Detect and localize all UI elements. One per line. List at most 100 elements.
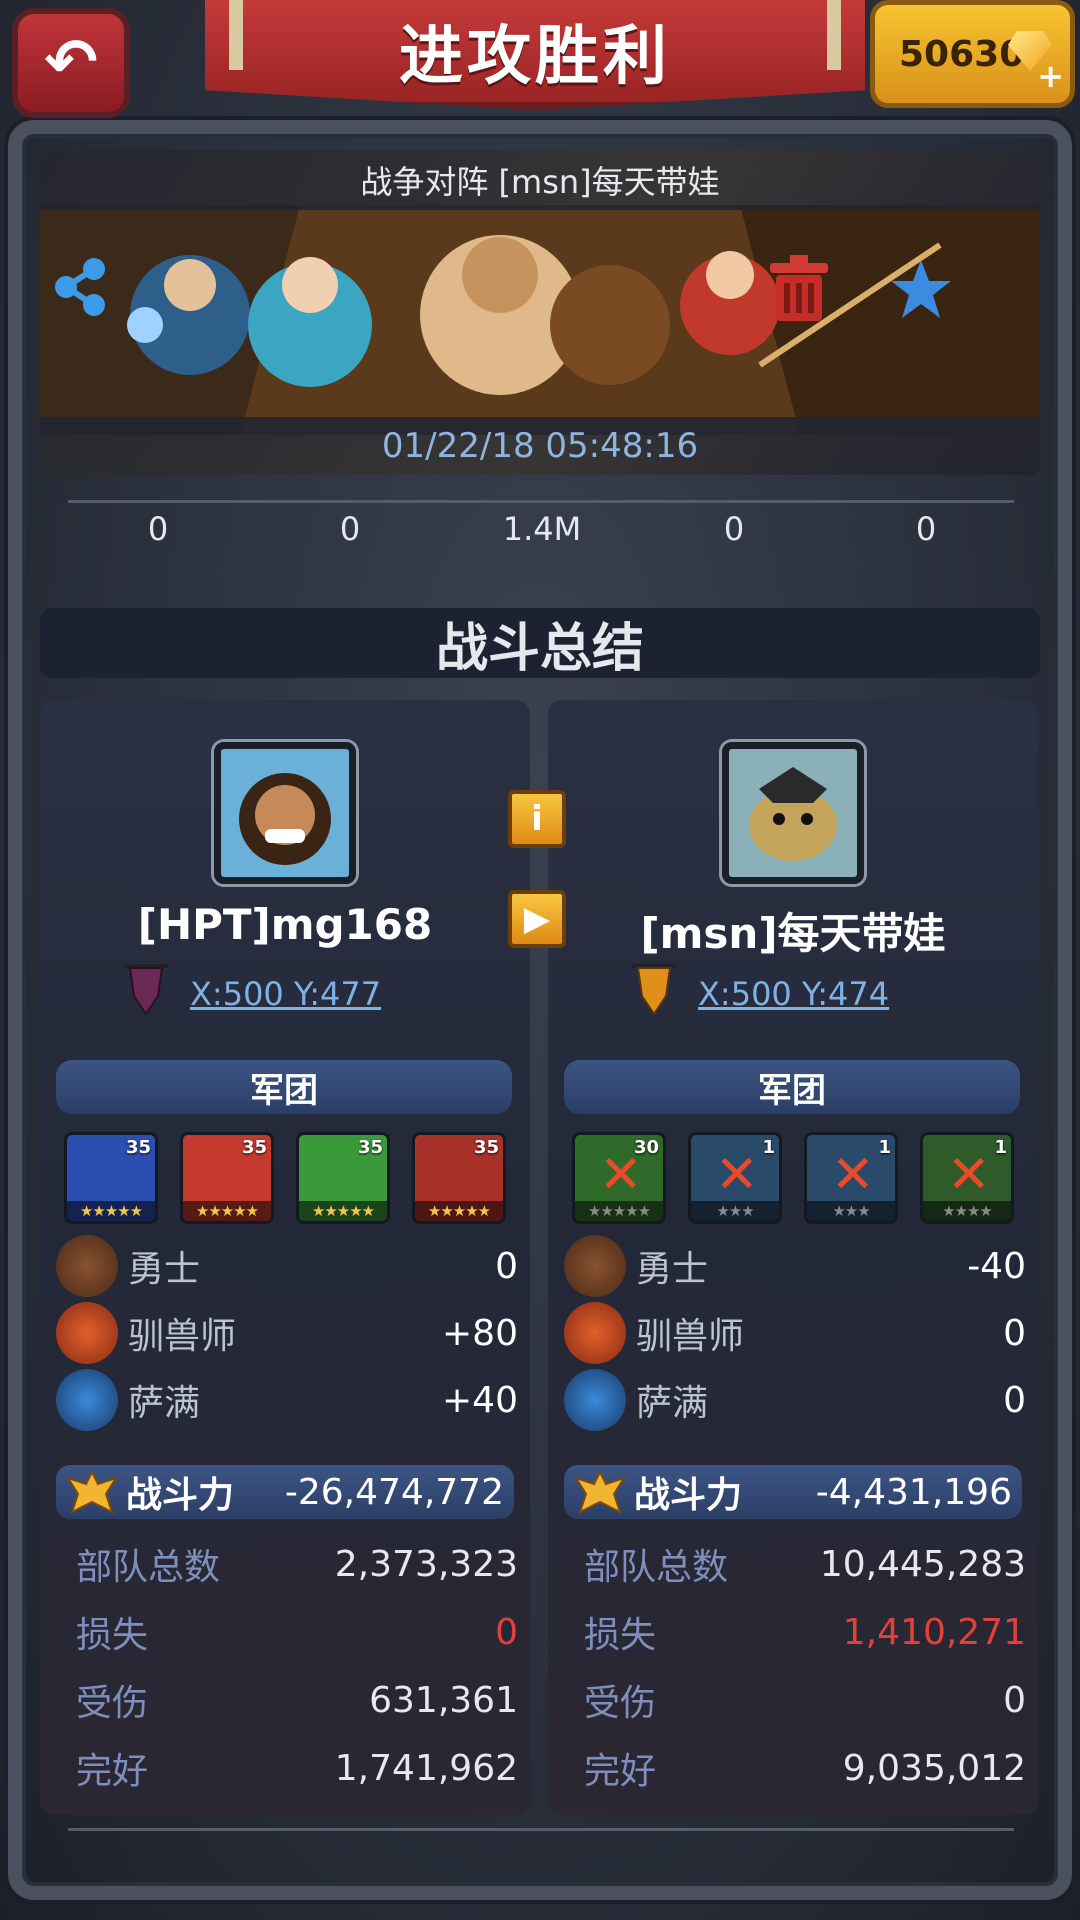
warrior-icon (56, 1235, 118, 1297)
stat-label: 损失 (76, 1615, 149, 1656)
unit-label: 勇士 (128, 1249, 201, 1290)
defeated-x-icon: ✕ (715, 1145, 759, 1205)
hero-level: 35 (241, 1137, 267, 1158)
shaman-icon (564, 1369, 626, 1431)
guild-banner-icon (124, 964, 168, 1016)
hero-level: 1 (762, 1137, 775, 1158)
add-gems-icon[interactable]: + (1037, 57, 1064, 95)
stat-label: 完好 (584, 1751, 657, 1792)
info-icon: i (531, 799, 543, 839)
hero-stars: ★★★★★ (575, 1201, 663, 1221)
stat-label: 受伤 (584, 1683, 657, 1724)
battle-artwork (40, 205, 1040, 435)
hero-card[interactable]: 35 ★★★★★ (64, 1132, 158, 1224)
stat-label: 受伤 (76, 1683, 149, 1724)
defender-panel: [msn]每天带娃 X:500 Y:474 军团 ✕ 30 ★★★★★ ✕ 1 … (548, 700, 1038, 1815)
hero-stars: ★★★ (807, 1201, 895, 1221)
stat-label: 损失 (584, 1615, 657, 1656)
stat-value: 1,410,271 (842, 1611, 1026, 1653)
stat-value: 1,741,962 (334, 1747, 518, 1789)
stats-divider (68, 500, 1014, 503)
hero-level: 1 (994, 1137, 1007, 1158)
battle-stat: 1.4M (502, 510, 582, 548)
unit-label: 驯兽师 (128, 1316, 237, 1357)
hero-card[interactable]: 35 ★★★★★ (296, 1132, 390, 1224)
defeated-x-icon: ✕ (831, 1145, 875, 1205)
unit-value: 0 (495, 1245, 518, 1287)
eagle-emblem-icon (574, 1469, 626, 1514)
unit-row-warrior: 勇士 -40 (564, 1235, 1026, 1297)
stat-total-troops: 部队总数 10,445,283 (584, 1538, 1026, 1590)
hero-level: 1 (878, 1137, 891, 1158)
guild-banner-icon (632, 964, 676, 1016)
beast-tamer-icon (56, 1302, 118, 1364)
hero-card[interactable]: ✕ 1 ★★★★ (920, 1132, 1014, 1224)
stat-losses: 损失 1,410,271 (584, 1606, 1026, 1658)
hero-card[interactable]: ✕ 1 ★★★ (804, 1132, 898, 1224)
beast-tamer-icon (564, 1302, 626, 1364)
unit-row-warrior: 勇士 0 (56, 1235, 518, 1297)
stat-intact: 完好 1,741,962 (76, 1742, 518, 1794)
back-arrow-icon: ↶ (44, 26, 98, 100)
attacker-coordinates[interactable]: X:500 Y:477 (190, 975, 381, 1013)
combat-power-label: 战斗力 (634, 1475, 743, 1516)
stat-intact: 完好 9,035,012 (584, 1742, 1026, 1794)
combat-power-bar: 战斗力 -26,474,772 (56, 1465, 514, 1519)
hero-card[interactable]: ✕ 30 ★★★★★ (572, 1132, 666, 1224)
combat-power-value: -4,431,196 (815, 1471, 1012, 1513)
combat-power-label: 战斗力 (126, 1475, 235, 1516)
defender-heroes: ✕ 30 ★★★★★ ✕ 1 ★★★ ✕ 1 ★★★ ✕ 1 ★★★★ (572, 1132, 1022, 1224)
battle-info-button[interactable]: i (508, 790, 566, 848)
title-banner: 进攻胜利 (205, 0, 865, 110)
unit-value: +80 (442, 1312, 518, 1354)
battle-summary-header: 战斗总结 (40, 608, 1040, 679)
defender-coordinates[interactable]: X:500 Y:474 (698, 975, 889, 1013)
hero-card[interactable]: 35 ★★★★★ (412, 1132, 506, 1224)
battle-stat: 0 (915, 510, 937, 548)
hero-level: 35 (125, 1137, 151, 1158)
hero-card[interactable]: 35 ★★★★★ (180, 1132, 274, 1224)
hero-stars: ★★★★★ (67, 1201, 155, 1221)
stat-value: 10,445,283 (819, 1543, 1026, 1585)
battle-subtitle: 战争对阵 [msn]每天带娃 (40, 150, 1040, 210)
hero-level: 35 (473, 1137, 499, 1158)
stat-label: 部队总数 (76, 1547, 221, 1588)
battle-stat: 0 (723, 510, 745, 548)
stat-value: 0 (1003, 1679, 1026, 1721)
stat-value: 0 (495, 1611, 518, 1653)
attacker-name: [HPT]mg168 (137, 900, 433, 949)
defender-avatar[interactable] (722, 742, 864, 884)
hero-stars: ★★★★ (923, 1201, 1011, 1221)
stat-value: 9,035,012 (842, 1747, 1026, 1789)
hero-card[interactable]: ✕ 1 ★★★ (688, 1132, 782, 1224)
combat-power-bar: 战斗力 -4,431,196 (564, 1465, 1022, 1519)
favorite-star-icon[interactable] (890, 258, 952, 320)
battle-stat: 0 (339, 510, 361, 548)
battle-stat: 0 (147, 510, 169, 548)
unit-value: -40 (967, 1245, 1026, 1287)
bottom-divider (68, 1828, 1014, 1831)
play-icon: ▶ (523, 899, 551, 939)
battle-timestamp: 01/22/18 05:48:16 (40, 417, 1040, 475)
unit-row-tamer: 驯兽师 0 (564, 1302, 1026, 1364)
replay-button[interactable]: ▶ (508, 890, 566, 948)
defeated-x-icon: ✕ (947, 1145, 991, 1205)
attacker-heroes: 35 ★★★★★ 35 ★★★★★ 35 ★★★★★ 35 ★★★★★ (64, 1132, 514, 1224)
stat-injured: 受伤 0 (584, 1674, 1026, 1726)
legion-header: 军团 (56, 1060, 512, 1114)
defender-name: [msn]每天带娃 (640, 909, 946, 958)
share-icon[interactable] (48, 255, 112, 319)
attacker-avatar[interactable] (214, 742, 356, 884)
unit-row-tamer: 驯兽师 +80 (56, 1302, 518, 1364)
attacker-panel: [HPT]mg168 X:500 Y:477 军团 35 ★★★★★ 35 ★★… (40, 700, 530, 1815)
unit-label: 萨满 (128, 1383, 201, 1424)
unit-row-shaman: 萨满 +40 (56, 1369, 518, 1431)
hero-level: 35 (357, 1137, 383, 1158)
gem-count: 50630 (899, 33, 1025, 75)
legion-header: 军团 (564, 1060, 1020, 1114)
unit-value: +40 (442, 1379, 518, 1421)
gem-counter[interactable]: 50630 + (870, 0, 1075, 108)
unit-label: 驯兽师 (636, 1316, 745, 1357)
delete-icon[interactable] (770, 255, 828, 321)
back-button[interactable]: ↶ (12, 8, 130, 118)
